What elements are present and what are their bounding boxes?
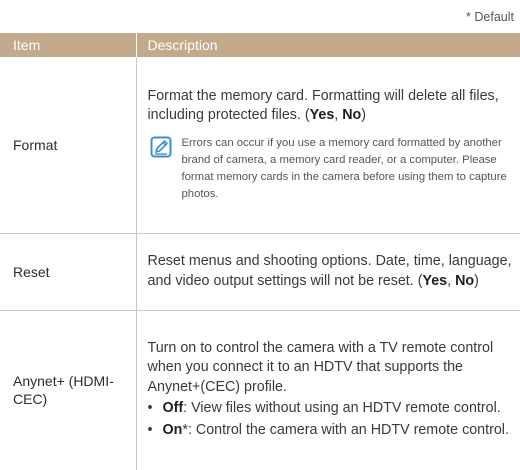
format-note-text: Errors can occur if you use a memory car… (181, 136, 507, 200)
header-item: Item (0, 33, 136, 57)
anynet-options-list: Off: View files without using an HDTV re… (148, 399, 513, 440)
default-note: * Default (466, 10, 514, 24)
format-description-text: Format the memory card. Formatting will … (148, 87, 513, 126)
list-item-on: On*: Control the camera with an HDTV rem… (148, 421, 513, 441)
item-reset: Reset (0, 233, 136, 311)
option-off-text: : View files without using an HDTV remot… (183, 400, 501, 416)
table-row-anynet: Anynet+ (HDMI-CEC) Turn on to control th… (0, 310, 520, 470)
reset-option-separator: , (447, 272, 456, 289)
format-close-paren: ) (361, 107, 367, 124)
format-option-yes: Yes (309, 107, 335, 124)
item-format: Format (0, 57, 136, 234)
table-header-row: Item Description (0, 33, 520, 57)
option-on-name: On (162, 421, 183, 438)
format-note: Errors can occur if you use a memory car… (148, 135, 513, 203)
note-pencil-icon (150, 136, 171, 158)
item-anynet: Anynet+ (HDMI-CEC) (13, 373, 114, 408)
description-format: Format the memory card. Formatting will … (135, 57, 520, 234)
option-on-text: : Control the camera with an HDTV remote… (187, 421, 509, 438)
table-row-format: Format Format the memory card. Formattin… (0, 57, 520, 234)
list-item-off: Off: View files without using an HDTV re… (148, 399, 513, 419)
reset-option-no: No (455, 272, 475, 289)
description-reset: Reset menus and shooting options. Date, … (135, 233, 520, 311)
settings-page: * Default Item Description Format Format… (0, 0, 520, 470)
format-option-no: No (342, 107, 362, 124)
header-description: Description (135, 33, 520, 57)
option-off-name: Off (162, 400, 184, 416)
reset-close-paren: ) (474, 272, 479, 289)
reset-option-yes: Yes (422, 272, 448, 289)
table-row-reset: Reset Reset menus and shooting options. … (0, 233, 520, 311)
anynet-description-text: Turn on to control the camera with a TV … (147, 339, 494, 395)
settings-table: Item Description Format Format the memor… (0, 33, 520, 470)
description-anynet: Turn on to control the camera with a TV … (135, 310, 520, 470)
